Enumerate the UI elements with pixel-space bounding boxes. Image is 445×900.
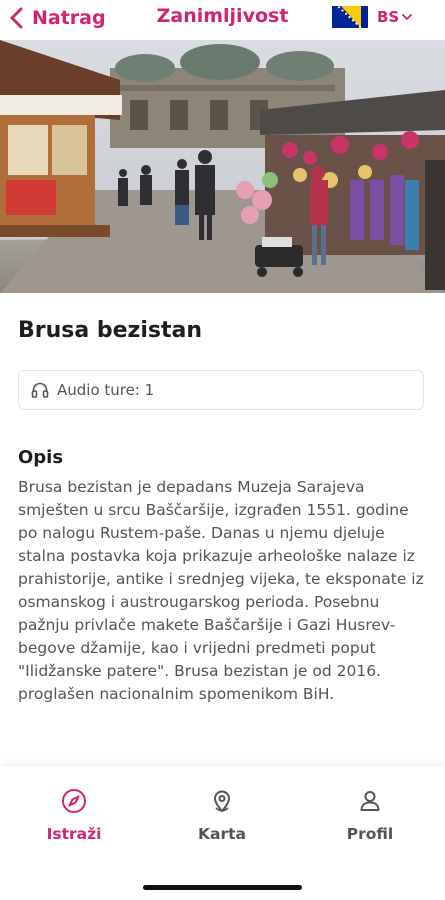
map-pin-icon: [214, 790, 230, 812]
nav-item-explore[interactable]: Istraži: [19, 788, 129, 843]
compass-icon: [62, 789, 86, 813]
bosnia-flag-icon: [332, 6, 368, 28]
bottom-navigation: Istraži Karta Profil: [0, 766, 445, 900]
nav-item-map[interactable]: Karta: [167, 788, 277, 843]
language-selector[interactable]: BS: [332, 6, 413, 28]
description-heading: Opis: [18, 447, 64, 468]
hero-image: [0, 40, 445, 293]
place-title: Brusa bezistan: [18, 318, 203, 343]
nav-label-profile: Profil: [346, 825, 394, 843]
top-header: Natrag Zanimljivost BS: [0, 0, 445, 40]
chevron-down-icon: [402, 14, 413, 20]
language-code: BS: [377, 8, 400, 26]
audio-tours-label: Audio ture: 1: [57, 381, 155, 399]
nav-item-profile[interactable]: Profil: [315, 788, 425, 843]
nav-label-explore: Istraži: [46, 825, 102, 843]
user-icon: [360, 791, 380, 811]
home-indicator: [143, 885, 302, 890]
description-text: Brusa bezistan je depadans Muzeja Saraje…: [18, 478, 424, 703]
audio-tours-card[interactable]: Audio ture: 1: [18, 370, 424, 410]
headphones-icon: [31, 382, 49, 398]
nav-label-map: Karta: [198, 825, 246, 843]
